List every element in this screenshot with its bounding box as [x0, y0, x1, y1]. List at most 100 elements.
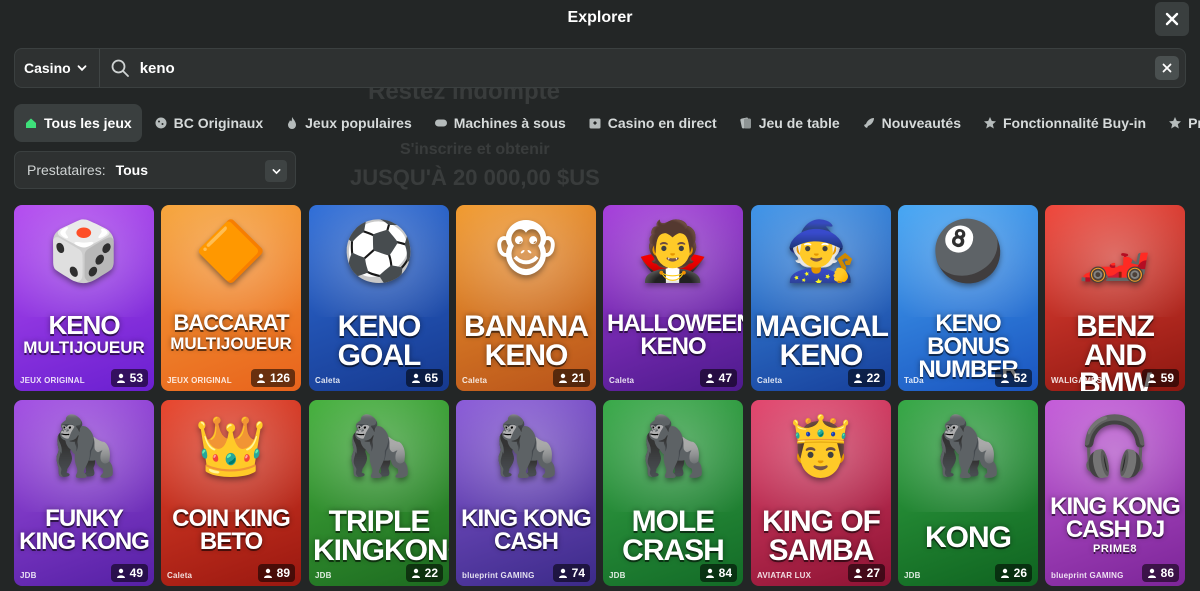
close-icon: [1162, 63, 1172, 73]
game-card[interactable]: ⚽ KENO GOAL Caleta 65: [309, 205, 449, 391]
rocket-icon: [863, 118, 874, 128]
tab-bc-originaux[interactable]: BC Originaux: [144, 104, 273, 142]
user-icon: [1147, 568, 1156, 578]
player-count: 59: [1160, 371, 1174, 385]
search-input[interactable]: [129, 59, 1155, 77]
provider-logo: Caleta: [462, 376, 488, 385]
user-icon: [411, 373, 420, 383]
tab-casino-en-direct[interactable]: Casino en direct: [578, 104, 727, 142]
player-count-badge: 89: [257, 564, 295, 582]
game-title-line1: BENZ AND: [1076, 310, 1155, 372]
user-icon: [1147, 373, 1156, 383]
game-card[interactable]: 🦍 KONG JDB 26: [898, 400, 1038, 586]
providers-label: Prestataires:: [27, 162, 106, 178]
cookie-icon: [155, 117, 167, 129]
user-icon: [558, 373, 567, 383]
provider-logo: Caleta: [609, 376, 635, 385]
game-artwork: 🧙: [784, 219, 858, 284]
game-card[interactable]: 🔶 BACCARAT MULTIJOUEUR JEUX ORIGINAL 126: [161, 205, 301, 391]
game-card[interactable]: 🦍 MOLE CRASH JDB 84: [603, 400, 743, 586]
game-title-line2: CASH DJ: [1065, 515, 1165, 543]
game-artwork: 🦍: [636, 414, 710, 479]
game-title-line2: CASH: [493, 527, 559, 555]
tab-label: Prestataires: [1188, 115, 1200, 131]
player-count: 22: [424, 566, 438, 580]
player-count: 22: [866, 371, 880, 385]
game-title: KENO GOAL: [313, 312, 445, 370]
game-title: KING KONG CASH: [460, 507, 592, 555]
provider-logo: JDB: [609, 571, 626, 580]
player-count-badge: 53: [110, 369, 148, 387]
tab-jeu-de-table[interactable]: Jeu de table: [729, 104, 850, 142]
game-title: HALLOWEEN KENO: [607, 312, 743, 359]
tab-jeux-populaires[interactable]: Jeux populaires: [275, 104, 422, 142]
game-artwork: 🎧: [1078, 414, 1152, 479]
player-count: 89: [276, 566, 290, 580]
game-card[interactable]: 🐵 BANANA KENO Caleta 21: [456, 205, 596, 391]
provider-logo: JEUX ORIGINAL: [167, 376, 232, 385]
user-icon: [705, 568, 714, 578]
player-count-badge: 65: [405, 369, 443, 387]
tab-machines-a-sous[interactable]: Machines à sous: [424, 104, 576, 142]
provider-logo: TaDa: [904, 376, 924, 385]
game-card[interactable]: 🎧 KING KONG CASH DJ PRIME8 blueprint GAMING 8…: [1045, 400, 1185, 586]
home-icon: [26, 118, 36, 128]
game-subtitle: PRIME8: [1093, 542, 1137, 555]
tab-label: Machines à sous: [453, 115, 566, 131]
game-title-line2: KENO: [484, 338, 569, 372]
user-icon: [558, 568, 567, 578]
player-count: 65: [424, 371, 438, 385]
game-title-line2: CRASH: [622, 533, 725, 567]
game-card[interactable]: 🧛 HALLOWEEN KENO Caleta 47: [603, 205, 743, 391]
game-card[interactable]: 🤴 KING OF SAMBA AVIATAR LUX 27: [751, 400, 891, 586]
tab-tous-les-jeux[interactable]: Tous les jeux: [14, 104, 142, 142]
tab-prestataires[interactable]: Prestataires: [1158, 104, 1200, 142]
game-card[interactable]: 🧙 MAGICAL KENO Caleta 22: [751, 205, 891, 391]
chevron-down-icon: [77, 65, 87, 72]
background-promo-subtitle: S'inscrire et obtenir: [400, 141, 550, 158]
game-card[interactable]: 🦍 FUNKY KING KONG JDB 49: [14, 400, 154, 586]
player-count: 84: [718, 566, 732, 580]
player-count: 86: [1160, 566, 1174, 580]
background-promo-amount: JUSQU'À 20 000,00 $US: [350, 165, 600, 190]
player-count: 52: [1013, 371, 1027, 385]
provider-logo: Caleta: [315, 376, 341, 385]
user-icon: [1000, 373, 1009, 383]
tab-label: Jeu de table: [758, 115, 840, 131]
close-button[interactable]: [1155, 2, 1189, 36]
game-title: BACCARAT MULTIJOUEUR: [165, 312, 297, 352]
flame-icon: [288, 117, 297, 129]
tab-fonctionnalite-buy-in[interactable]: Fonctionnalité Buy-in: [973, 104, 1156, 142]
game-card[interactable]: 🦍 TRIPLEKINGKONG JDB 22: [309, 400, 449, 586]
game-title: COIN KING BETO: [165, 507, 297, 554]
game-title-line2: MULTIJOUEUR: [23, 337, 145, 357]
tab-label: BC Originaux: [173, 115, 264, 131]
category-dropdown[interactable]: Casino: [15, 49, 100, 87]
tab-label: Jeux populaires: [305, 115, 412, 131]
providers-filter-dropdown[interactable]: Prestataires: Tous: [14, 151, 296, 189]
provider-logo: blueprint GAMING: [462, 571, 535, 580]
tab-label: Fonctionnalité Buy-in: [1002, 115, 1147, 131]
star-icon: [983, 117, 996, 129]
search-bar: Casino: [14, 48, 1186, 88]
provider-logo: JDB: [904, 571, 921, 580]
game-artwork: 🎱: [931, 219, 1005, 284]
game-artwork: 🤴: [784, 414, 858, 479]
tab-nouveautes[interactable]: Nouveautés: [852, 104, 971, 142]
game-title-line1: MOLE: [631, 505, 716, 538]
game-card[interactable]: 🏎️ BENZ AND BMW WALIGAMES 59: [1045, 205, 1185, 391]
game-card[interactable]: 🦍 KING KONG CASH blueprint GAMING 74: [456, 400, 596, 586]
game-title-line2: KINGKONG: [313, 533, 449, 567]
game-title: KING KONG CASH DJ PRIME8: [1049, 495, 1181, 555]
player-count-badge: 126: [250, 369, 295, 387]
player-count-badge: 52: [994, 369, 1032, 387]
game-card[interactable]: 👑 COIN KING BETO Caleta 89: [161, 400, 301, 586]
game-card[interactable]: 🎲 KENO MULTIJOUEUR JEUX ORIGINAL 53: [14, 205, 154, 391]
provider-logo: JEUX ORIGINAL: [20, 376, 85, 385]
player-count-badge: 74: [552, 564, 590, 582]
player-count-badge: 49: [110, 564, 148, 582]
game-card[interactable]: 🎱 KENO BONUS NUMBER TaDa 52: [898, 205, 1038, 391]
game-title: BANANA KENO: [460, 312, 592, 372]
game-artwork: 🦍: [931, 414, 1005, 479]
clear-search-button[interactable]: [1155, 56, 1179, 80]
